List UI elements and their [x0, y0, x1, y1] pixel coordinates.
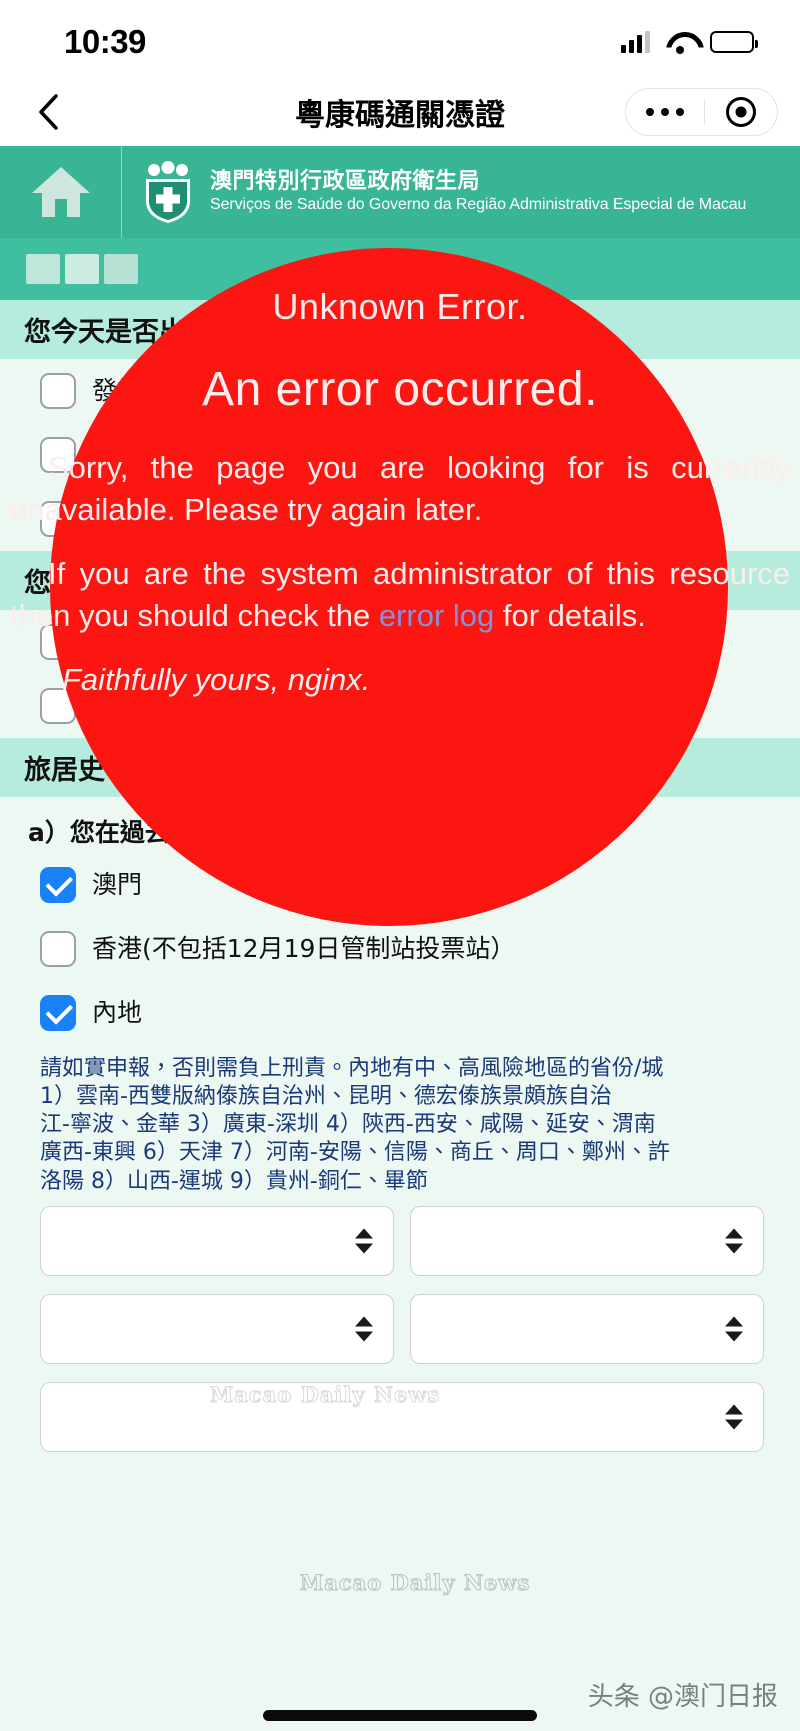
cellular-signal-icon: [621, 31, 650, 53]
symptom-section-heading: 您今天是否出現以下症狀？: [0, 300, 800, 359]
symptom-option-label: 咳嗽、氣促、呼吸困難或其他呼吸道症狀: [92, 440, 543, 469]
checkbox[interactable]: [40, 437, 76, 473]
checkbox[interactable]: [40, 931, 76, 967]
org-name-chinese: 澳門特別行政區政府衛生局: [210, 168, 481, 194]
chevron-left-icon: [39, 94, 58, 130]
target-close-icon: [726, 97, 756, 127]
symptom-option-0[interactable]: 發燒: [0, 359, 800, 423]
city-select-1[interactable]: [410, 1205, 764, 1276]
notice-line-0: 請如實申報，否則需負上刑責。內地有中、高風險地區的省份/城: [40, 1056, 664, 1081]
nav-bar: 粵康碼通關憑證: [0, 78, 800, 146]
more-options-button[interactable]: [626, 108, 704, 116]
checkbox[interactable]: [40, 688, 76, 724]
travel-option-label: 內地: [92, 998, 143, 1027]
redacted-user-name: [26, 254, 138, 284]
province-select-1[interactable]: [40, 1205, 394, 1276]
home-button[interactable]: [0, 146, 122, 238]
status-icon-group: [621, 31, 758, 54]
home-indicator: [263, 1710, 537, 1721]
stepper-updown-icon: [355, 1316, 373, 1342]
checkbox[interactable]: [40, 995, 76, 1031]
checkbox[interactable]: [40, 624, 76, 660]
wechat-capsule: [624, 88, 778, 136]
travel-option-mainland[interactable]: 內地: [0, 981, 800, 1045]
status-time: 10:39: [64, 23, 146, 60]
more-options-icon: [645, 108, 654, 116]
back-button[interactable]: [26, 90, 70, 134]
stepper-updown-icon: [725, 1404, 743, 1430]
travel-option-macau[interactable]: 澳門: [0, 853, 800, 917]
symptom-option-1[interactable]: 咳嗽、氣促、呼吸困難或其他呼吸道症狀: [0, 423, 800, 487]
travel-question: a）您在過去14天曾旅行和居住的地方：: [28, 818, 480, 847]
select-row-3: [40, 1381, 764, 1452]
wifi-icon: [666, 32, 694, 54]
symptom-option-label: 發燒: [92, 376, 143, 405]
travel-heading-text: 旅居史: [24, 755, 105, 786]
org-brand: 澳門特別行政區政府衛生局 Serviços de Saúde do Govern…: [122, 146, 746, 238]
stepper-updown-icon: [725, 1228, 743, 1254]
symptom-option-2[interactable]: 沒有以上症狀: [0, 487, 800, 551]
contact-option-label: 否: [92, 691, 118, 720]
travel-option-label: 澳門: [92, 870, 143, 899]
contact-option-yes[interactable]: 是: [0, 610, 800, 674]
checkbox[interactable]: [40, 501, 76, 537]
user-name-bar: [0, 238, 800, 300]
checkbox[interactable]: [40, 373, 76, 409]
stepper-updown-icon: [725, 1316, 743, 1342]
health-bureau-shield-icon: [146, 161, 190, 223]
close-miniprogram-button[interactable]: [705, 97, 777, 127]
checkbox[interactable]: [40, 867, 76, 903]
org-names: 澳門特別行政區政府衛生局 Serviços de Saúde do Govern…: [210, 168, 747, 215]
contact-option-label: 是: [92, 627, 118, 656]
city-select-2[interactable]: [410, 1293, 764, 1364]
home-icon: [31, 167, 90, 217]
notice-line-3: 廣西-東興 6）天津 7）河南-安陽、信陽、商丘、周口、鄭州、許: [40, 1140, 670, 1166]
select-row-2: [40, 1293, 764, 1364]
form-page: 澳門特別行政區政府衛生局 Serviços de Saúde do Govern…: [0, 146, 800, 1731]
travel-section-heading: 旅居史*: [0, 738, 800, 797]
notice-line-4: 洛陽 8）山西-運城 9）貴州-銅仁、畢節: [40, 1168, 428, 1194]
province-select-3[interactable]: [40, 1381, 764, 1452]
contact-section-heading: 您在過去14天內有否接觸過新型冠狀病毒肺炎確診病人？: [0, 551, 800, 610]
travel-option-hongkong[interactable]: 香港(不包括12月19日管制站投票站）: [0, 917, 800, 981]
notice-line-1: 1）雲南-西雙版納傣族自治州、昆明、德宏傣族景頗族自治: [40, 1084, 612, 1110]
province-select-2[interactable]: [40, 1293, 394, 1364]
required-mark: *: [105, 755, 120, 786]
status-bar: 10:39: [0, 0, 800, 78]
select-row-1: [40, 1205, 764, 1276]
risk-area-notice: 請如實申報，否則需負上刑責。內地有中、高風險地區的省份/城 1）雲南-西雙版納傣…: [0, 1045, 800, 1202]
org-name-portuguese: Serviços de Saúde do Governo da Região A…: [210, 196, 747, 214]
org-header: 澳門特別行政區政府衛生局 Serviços de Saúde do Govern…: [0, 146, 800, 238]
travel-option-label: 香港(不包括12月19日管制站投票站）: [92, 934, 516, 963]
battery-icon: [710, 31, 758, 53]
contact-option-no[interactable]: 否: [0, 674, 800, 738]
location-select-grid: [0, 1202, 800, 1452]
symptom-option-label: 沒有以上症狀: [92, 504, 243, 533]
notice-line-2: 江-寧波、金華 3）廣東-深圳 4）陝西-西安、咸陽、延安、渭南: [40, 1112, 656, 1138]
stepper-updown-icon: [355, 1228, 373, 1254]
